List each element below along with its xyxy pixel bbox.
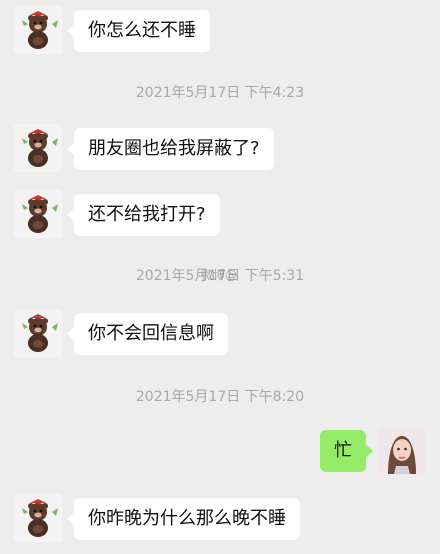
bear-sticker-icon [14,309,62,357]
contact-avatar[interactable] [14,309,62,357]
profile-photo-icon [378,426,426,474]
contact-avatar[interactable] [14,6,62,54]
bear-sticker-icon [14,124,62,172]
timestamp: 2021年5月17日 下午8:20 [135,389,305,405]
message-bubble[interactable]: 朋友圈也给我屏蔽了? [67,128,274,170]
chat-window: 你怎么还不睡 2021年5月17日 下午4:23 朋友圈也给我屏蔽了? 还不给我… [0,0,440,554]
contact-avatar[interactable] [14,494,62,542]
message-row: 你怎么还不睡 [14,6,222,54]
bear-sticker-icon [14,6,62,54]
timestamp: 2021年5月17日 下午4:23 [135,85,305,101]
message-row: 朋友圈也给我屏蔽了? [14,124,286,172]
message-row: 你不会回信息啊 [14,309,240,357]
message-bubble[interactable]: 你怎么还不睡 [67,10,210,52]
message-bubble[interactable]: 忙 [320,430,373,472]
message-row: 忙 [308,426,426,474]
contact-avatar[interactable] [14,190,62,238]
bear-sticker-icon [14,190,62,238]
message-bubble[interactable]: 还不给我打开? [67,194,220,236]
message-row: 你昨晚为什么那么晚不睡 [14,494,312,542]
my-avatar[interactable] [378,426,426,474]
contact-avatar[interactable] [14,124,62,172]
message-row: 还不给我打开? [14,190,232,238]
bear-sticker-icon [14,494,62,542]
message-bubble[interactable]: 你不会回信息啊 [67,313,228,355]
message-bubble[interactable]: 你昨晚为什么那么晚不睡 [67,498,300,540]
watermark: 微博@ [201,268,238,282]
